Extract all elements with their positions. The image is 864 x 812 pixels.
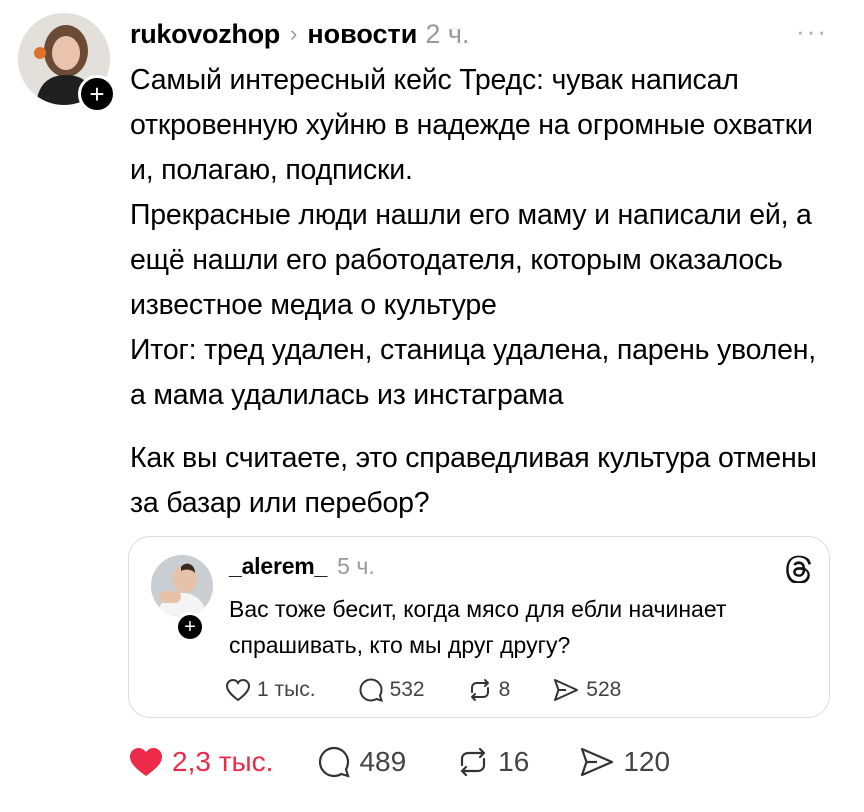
follow-author-button[interactable]: +: [78, 75, 116, 113]
comment-icon: [319, 746, 351, 778]
post-header: rukovozhop › новости 2 ч.: [130, 14, 469, 54]
like-count: 2,3 тыс.: [172, 746, 274, 777]
post-paragraph: Прекрасные люди нашли его маму и написал…: [130, 199, 812, 321]
quoted-like-button[interactable]: 1 тыс.: [225, 678, 316, 702]
post-body: Самый интересный кейс Тредс: чувак напис…: [130, 58, 835, 526]
comment-count: 489: [359, 746, 407, 777]
post-time: 2 ч.: [425, 18, 470, 49]
post-paragraph: Итог: тред удален, станица удалена, паре…: [130, 334, 817, 411]
quoted-share-count: 528: [586, 678, 622, 701]
repost-count: 16: [498, 746, 530, 777]
quoted-text: Вас тоже бесит, когда мясо для ебли начи…: [229, 596, 727, 658]
topic-tag[interactable]: новости: [307, 19, 417, 50]
share-count: 120: [623, 746, 671, 777]
quoted-author-photo: [151, 555, 213, 617]
quoted-repost-count: 8: [498, 678, 511, 701]
quoted-comment-count: 532: [389, 678, 425, 701]
share-icon: [554, 679, 579, 701]
more-options-icon[interactable]: ···: [796, 16, 828, 47]
repost-icon: [470, 679, 489, 701]
chevron-right-icon: ›: [290, 21, 298, 46]
follow-quoted-author-button[interactable]: +: [175, 612, 205, 642]
quoted-time: 5 ч.: [337, 553, 375, 579]
post-paragraph: Как вы считаете, это справедливая культу…: [130, 442, 817, 519]
comment-button[interactable]: 489: [317, 745, 406, 779]
quoted-comment-button[interactable]: 532: [358, 677, 425, 703]
post-paragraph: Самый интересный кейс Тредс: чувак напис…: [130, 64, 813, 186]
comment-icon: [359, 678, 383, 702]
repost-icon: [461, 747, 486, 777]
quoted-username[interactable]: _alerem_: [229, 553, 327, 580]
quoted-share-button[interactable]: 528: [552, 677, 621, 703]
quoted-author-avatar[interactable]: [151, 555, 213, 617]
author-username[interactable]: rukovozhop: [130, 19, 280, 50]
heart-icon: [225, 678, 251, 702]
quoted-repost-button[interactable]: 8: [467, 677, 511, 703]
quoted-actions: 1 тыс. 532 8 528: [225, 677, 663, 703]
quoted-like-count: 1 тыс.: [257, 678, 316, 701]
like-button[interactable]: 2,3 тыс.: [128, 746, 273, 778]
repost-button[interactable]: 16: [456, 745, 529, 779]
share-button[interactable]: 120: [579, 745, 670, 779]
quoted-post-card[interactable]: + _alerem_ 5 ч. Вас тоже бесит, когда мя…: [128, 536, 830, 718]
share-icon: [581, 747, 614, 777]
threads-logo-icon: [786, 555, 811, 583]
quoted-header: _alerem_ 5 ч.: [229, 553, 375, 580]
post-actions: 2,3 тыс. 489 16 120: [128, 745, 670, 779]
heart-filled-icon: [130, 748, 162, 776]
